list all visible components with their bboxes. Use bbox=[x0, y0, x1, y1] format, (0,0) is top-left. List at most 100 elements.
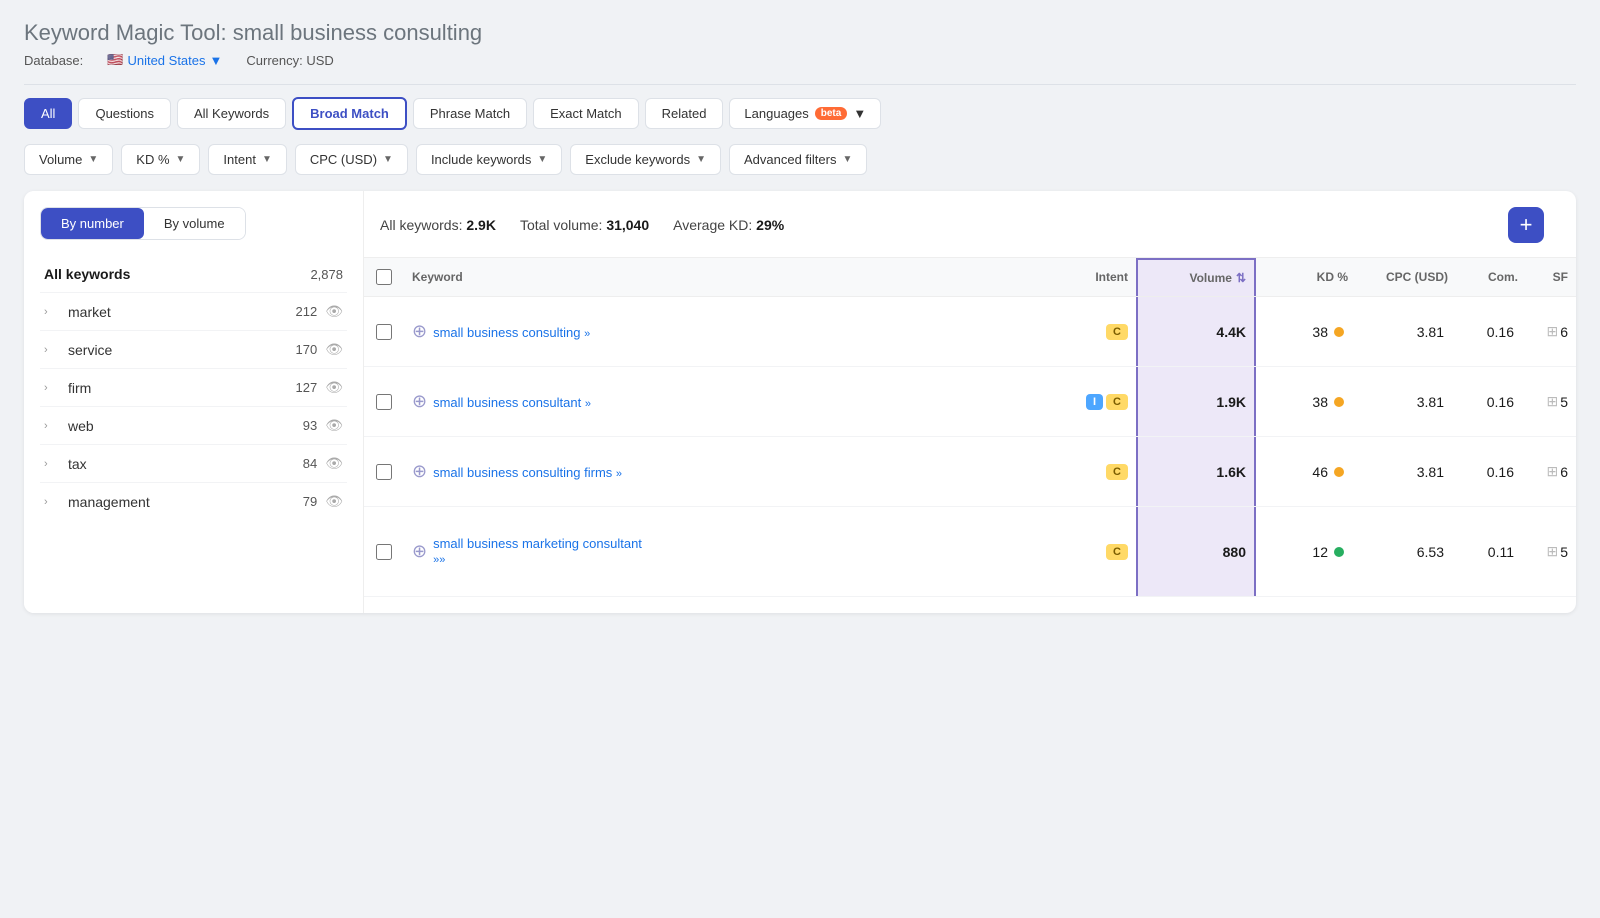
sf-cell-1: ⊞ 6 bbox=[1526, 297, 1576, 366]
volume-filter[interactable]: Volume ▼ bbox=[24, 144, 113, 175]
expand-icon: › bbox=[44, 496, 60, 508]
sidebar-item-firm[interactable]: › firm 127 👁 bbox=[40, 369, 347, 407]
kd-value-4: 12 bbox=[1312, 544, 1328, 560]
all-keywords-value: 2.9K bbox=[466, 217, 496, 233]
sf-header: SF bbox=[1526, 258, 1576, 296]
expand-icon: › bbox=[44, 458, 60, 470]
com-cell-3: 0.16 bbox=[1456, 437, 1526, 506]
by-volume-button[interactable]: By volume bbox=[144, 208, 245, 239]
kd-dot-4 bbox=[1334, 547, 1344, 557]
intent-filter[interactable]: Intent ▼ bbox=[208, 144, 286, 175]
eye-icon[interactable]: 👁 bbox=[325, 303, 343, 320]
cpc-filter-label: CPC (USD) bbox=[310, 152, 377, 167]
advanced-filters-label: Advanced filters bbox=[744, 152, 837, 167]
kd-dot-2 bbox=[1334, 397, 1344, 407]
chevron-down-icon: ▼ bbox=[176, 154, 186, 165]
chevron-down-icon: ▼ bbox=[842, 154, 852, 165]
eye-icon[interactable]: 👁 bbox=[325, 379, 343, 396]
row-select-3[interactable] bbox=[376, 464, 392, 480]
kd-cell-3: 46 bbox=[1256, 437, 1356, 506]
database-link[interactable]: 🇺🇸 United States ▼ bbox=[107, 52, 222, 68]
eye-icon[interactable]: 👁 bbox=[325, 417, 343, 434]
table-summary: All keywords: 2.9K Total volume: 31,040 … bbox=[380, 217, 1508, 233]
exclude-keywords-label: Exclude keywords bbox=[585, 152, 690, 167]
row-select-1[interactable] bbox=[376, 324, 392, 340]
page-title: Keyword Magic Tool: small business consu… bbox=[24, 20, 1576, 46]
com-cell-2: 0.16 bbox=[1456, 367, 1526, 436]
languages-button[interactable]: Languages beta ▼ bbox=[729, 98, 881, 129]
keyword-link-3[interactable]: small business consulting firms » bbox=[433, 465, 622, 480]
tab-questions[interactable]: Questions bbox=[78, 98, 171, 129]
tab-related[interactable]: Related bbox=[645, 98, 724, 129]
kd-filter[interactable]: KD % ▼ bbox=[121, 144, 200, 175]
sidebar-label-web: web bbox=[68, 418, 295, 434]
header-divider bbox=[24, 84, 1576, 85]
filters-row: Volume ▼ KD % ▼ Intent ▼ CPC (USD) ▼ Inc… bbox=[24, 144, 1576, 175]
sf-icon-2: ⊞ bbox=[1546, 393, 1558, 410]
languages-label: Languages bbox=[744, 106, 808, 121]
sidebar-item-service[interactable]: › service 170 👁 bbox=[40, 331, 347, 369]
keyword-cell-4: ⊕ small business marketing consultant »» bbox=[404, 507, 1046, 596]
add-button[interactable]: + bbox=[1508, 207, 1544, 243]
tool-name: Keyword Magic Tool: bbox=[24, 20, 227, 45]
row-checkbox-3[interactable] bbox=[364, 437, 404, 506]
sidebar-item-market[interactable]: › market 212 👁 bbox=[40, 293, 347, 331]
tab-all[interactable]: All bbox=[24, 98, 72, 129]
keyword-link-2[interactable]: small business consultant » bbox=[433, 395, 591, 410]
chevron-down-icon: ▼ bbox=[853, 106, 866, 121]
row-checkbox-2[interactable] bbox=[364, 367, 404, 436]
exclude-keywords-filter[interactable]: Exclude keywords ▼ bbox=[570, 144, 721, 175]
by-number-button[interactable]: By number bbox=[41, 208, 144, 239]
chevron-down-icon: ▼ bbox=[88, 154, 98, 165]
eye-icon[interactable]: 👁 bbox=[325, 455, 343, 472]
table-row: ⊕ small business consulting » C 4.4K 38 … bbox=[364, 297, 1576, 367]
cpc-filter[interactable]: CPC (USD) ▼ bbox=[295, 144, 408, 175]
tab-phrase-match[interactable]: Phrase Match bbox=[413, 98, 527, 129]
cpc-cell-4: 6.53 bbox=[1356, 507, 1456, 596]
intent-cell-4: C bbox=[1046, 507, 1136, 596]
eye-icon[interactable]: 👁 bbox=[325, 493, 343, 510]
sidebar-item-tax[interactable]: › tax 84 👁 bbox=[40, 445, 347, 483]
tab-exact-match[interactable]: Exact Match bbox=[533, 98, 639, 129]
intent-cell-3: C bbox=[1046, 437, 1136, 506]
sidebar-count-service: 170 bbox=[296, 342, 318, 357]
eye-icon[interactable]: 👁 bbox=[325, 341, 343, 358]
sort-icon: ⇅ bbox=[1236, 271, 1246, 285]
tab-all-keywords[interactable]: All Keywords bbox=[177, 98, 286, 129]
cpc-cell-3: 3.81 bbox=[1356, 437, 1456, 506]
sidebar-item-management[interactable]: › management 79 👁 bbox=[40, 483, 347, 520]
database-country: United States bbox=[127, 53, 205, 68]
advanced-filters-button[interactable]: Advanced filters ▼ bbox=[729, 144, 867, 175]
table-row: ⊕ small business consultant » I C 1.9K 3… bbox=[364, 367, 1576, 437]
row-select-4[interactable] bbox=[376, 544, 392, 560]
kd-value-3: 46 bbox=[1312, 464, 1328, 480]
sidebar-count-firm: 127 bbox=[296, 380, 318, 395]
intent-cell-1: C bbox=[1046, 297, 1136, 366]
volume-header-label: Volume bbox=[1189, 271, 1231, 285]
keyword-cell-2: ⊕ small business consultant » bbox=[404, 367, 1046, 436]
select-all-checkbox[interactable] bbox=[376, 269, 392, 285]
sidebar-item-web[interactable]: › web 93 👁 bbox=[40, 407, 347, 445]
keyword-cell-1: ⊕ small business consulting » bbox=[404, 297, 1046, 366]
expand-icon: › bbox=[44, 382, 60, 394]
volume-header[interactable]: Volume ⇅ bbox=[1136, 258, 1256, 296]
all-keywords-label: All keywords: 2.9K bbox=[380, 217, 496, 233]
keyword-link-4[interactable]: small business marketing consultant »» bbox=[433, 536, 642, 569]
row-checkbox-4[interactable] bbox=[364, 507, 404, 596]
include-keywords-filter[interactable]: Include keywords ▼ bbox=[416, 144, 562, 175]
tab-broad-match[interactable]: Broad Match bbox=[292, 97, 407, 130]
row-checkbox-1[interactable] bbox=[364, 297, 404, 366]
chevron-down-icon: ▼ bbox=[696, 154, 706, 165]
checkbox-header[interactable] bbox=[364, 258, 404, 296]
keyword-link-1[interactable]: small business consulting » bbox=[433, 325, 590, 340]
table-area: All keywords: 2.9K Total volume: 31,040 … bbox=[364, 191, 1576, 613]
kd-header: KD % bbox=[1256, 258, 1356, 296]
kd-cell-1: 38 bbox=[1256, 297, 1356, 366]
sidebar-list: All keywords 2,878 › market 212 👁 › serv… bbox=[40, 256, 347, 520]
expand-icon: › bbox=[44, 306, 60, 318]
include-keywords-label: Include keywords bbox=[431, 152, 531, 167]
plus-circle-icon: ⊕ bbox=[412, 321, 427, 342]
kd-cell-2: 38 bbox=[1256, 367, 1356, 436]
chevron-down-icon: ▼ bbox=[262, 154, 272, 165]
row-select-2[interactable] bbox=[376, 394, 392, 410]
